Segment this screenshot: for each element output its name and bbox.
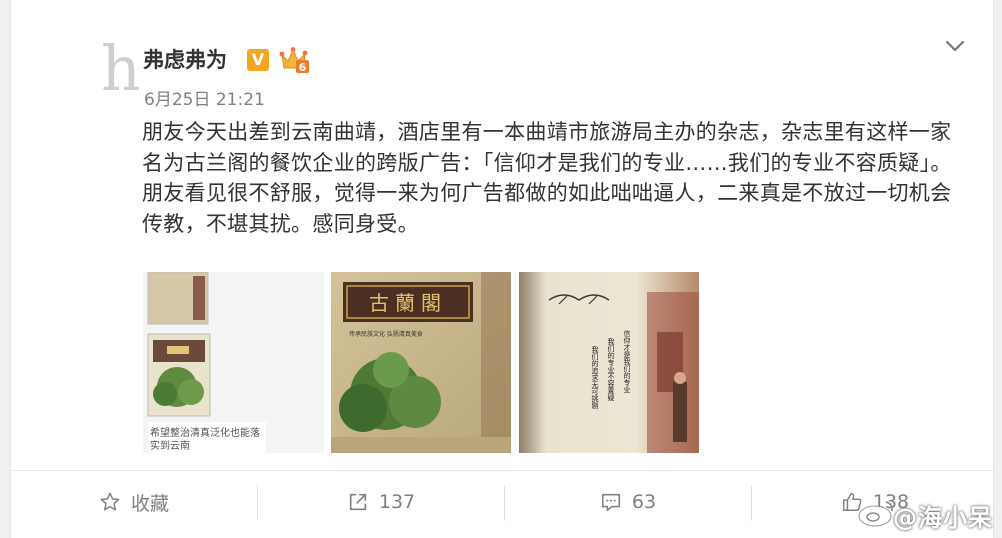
favorite-button[interactable]: 收藏 [11,471,257,533]
weibo-watermark-logo-icon [858,501,893,527]
username[interactable]: 弗虑弗为 [143,46,227,74]
star-icon [100,492,120,511]
svg-text:传承民族文化 弘扬清真美食: 传承民族文化 弘扬清真美食 [349,330,423,338]
photo-1-caption: 希望整治清真泛化也能落实到云南 [150,428,260,452]
post-text: 朋友今天出差到云南曲靖，酒店里有一本曲靖市旅游局主办的杂志，杂志里有这样一家名为… [142,120,952,236]
avatar[interactable]: h [99,36,139,96]
svg-text:6: 6 [299,61,307,74]
favorite-label: 收藏 [130,492,169,515]
chevron-down-icon[interactable] [943,34,967,58]
repost-button[interactable]: 137 [258,471,504,533]
post-timestamp[interactable]: 6月25日 21:21 [144,88,265,112]
svg-text:h: h [101,36,139,96]
repost-count: 137 [378,491,416,513]
comment-button[interactable]: 63 [505,471,751,533]
svg-text:我们的追求无可挑剔: 我们的追求无可挑剔 [591,345,599,410]
repost-icon [349,493,367,511]
post-photo-2[interactable]: 古蘭閣 传承民族文化 弘扬清真美食 [331,272,511,453]
photo-1-image [143,272,324,453]
member-level-crown-icon: 6 [279,47,309,74]
action-bar: 收藏 137 63 138 [11,471,993,538]
comment-count: 63 [631,491,657,513]
photo-2-image: 古蘭閣 传承民族文化 弘扬清真美食 [331,272,511,453]
photo-3-image: 信仰才是我们的专业 我们的专业不容置疑 我们的追求无可挑剔 [519,272,699,453]
comment-icon [601,493,620,512]
svg-text:信仰才是我们的专业: 信仰才是我们的专业 [623,329,631,393]
verified-badge: V [247,49,269,71]
svg-text:我们的专业不容置疑: 我们的专业不容置疑 [607,337,615,402]
watermark: @海小呆 [893,504,993,532]
svg-text:古蘭閣: 古蘭閣 [369,291,447,315]
weibo-post-card: h 弗虑弗为 V 6 6月25日 21:21 朋友今天出差到云南曲靖，酒店里有一… [10,0,994,538]
post-photo-3[interactable]: 信仰才是我们的专业 我们的专业不容置疑 我们的追求无可挑剔 [519,272,699,453]
post-photo-1[interactable]: 希望整治清真泛化也能落实到云南 [143,272,324,453]
